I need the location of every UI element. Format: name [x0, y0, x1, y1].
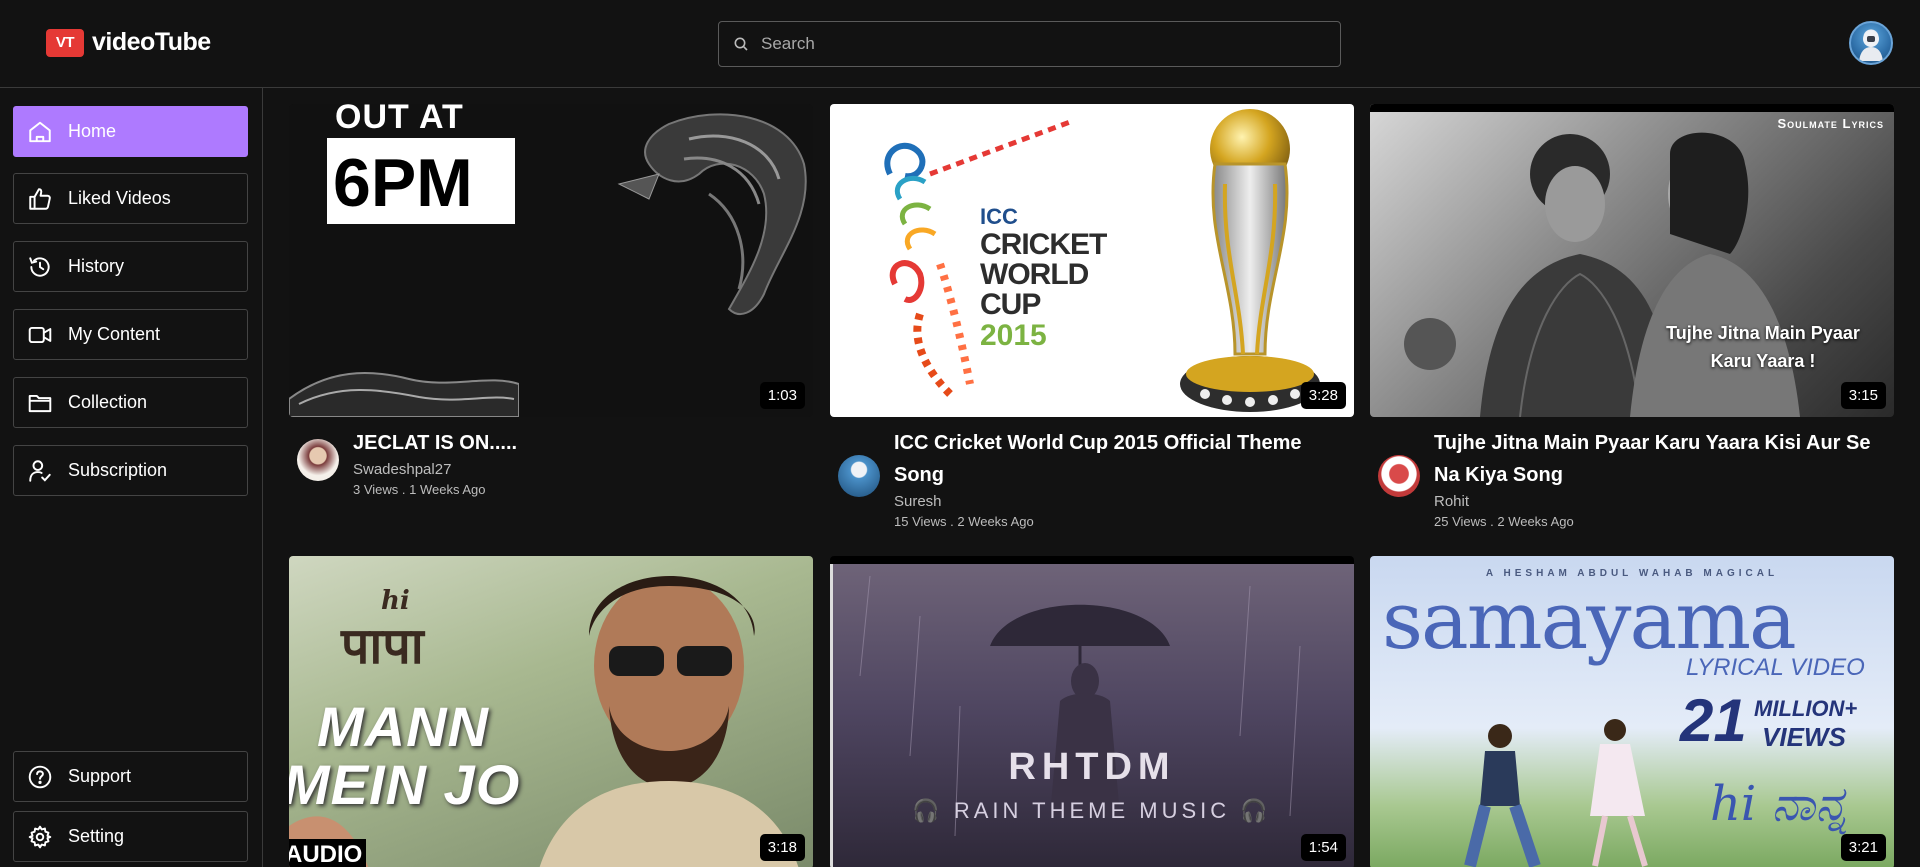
top-header: VT videoTube [0, 0, 1920, 88]
video-card[interactable]: A HESHAM ABDUL WAHAB MAGICAL samayama LY… [1370, 556, 1894, 867]
channel-avatar[interactable] [297, 439, 339, 481]
logo-icc: ICC [980, 204, 1018, 229]
duration-badge: 3:18 [759, 834, 805, 861]
video-stats: 25 Views . 2 Weeks Ago [1434, 514, 1574, 529]
sidebar-item-label: Liked Videos [68, 188, 171, 208]
logo-text: videoTube [92, 28, 211, 56]
dragon-tail-graphic [289, 372, 519, 417]
channel-name[interactable]: Rohit [1434, 493, 1894, 510]
thumb-overlay-text-1: Tujhe Jitna Main Pyaar [1666, 323, 1860, 343]
sidebar-item-label: History [68, 256, 125, 276]
sidebar-item-label: Collection [68, 392, 148, 412]
search-bar[interactable] [718, 21, 1341, 67]
thumb-text-box: 6PM [327, 138, 515, 224]
sidebar-item-history[interactable]: History [13, 241, 248, 292]
thumb-text-time: 6PM [333, 145, 473, 221]
headphones-icon: 🎧 [912, 798, 944, 823]
channel-avatar[interactable] [838, 455, 880, 497]
sidebar: Home Liked Videos History My Content Col… [0, 88, 263, 867]
thumb-sub-text: LYRICAL VIDEO [1686, 654, 1865, 681]
video-camera-icon [25, 320, 55, 350]
video-stats: 15 Views . 2 Weeks Ago [894, 514, 1034, 529]
thumb-corner-text: Soulmate Lyrics [1777, 116, 1884, 131]
sidebar-item-support[interactable]: Support [13, 751, 248, 802]
sidebar-item-home[interactable]: Home [13, 106, 248, 157]
views-count: 21 [1680, 687, 1747, 754]
logo-badge: VT [46, 28, 84, 57]
thumb-overlay-text-2: Karu Yaara ! [1710, 351, 1816, 371]
sidebar-item-label: Setting [68, 826, 125, 846]
thumb-big-text: RHTDM [1008, 746, 1176, 788]
duration-badge: 1:54 [1300, 834, 1346, 861]
channel-avatar[interactable] [1378, 455, 1420, 497]
headphones-icon: 🎧 [1240, 798, 1272, 823]
video-card[interactable]: OUT AT 6PM 1:03 JECLAT IS ON..... Swades… [289, 104, 813, 497]
sidebar-item-liked-videos[interactable]: Liked Videos [13, 173, 248, 224]
sidebar-item-label: My Content [68, 324, 161, 344]
gear-icon [25, 822, 55, 852]
thumb-text-out-at: OUT AT [335, 104, 464, 136]
channel-name[interactable]: Suresh [894, 493, 1354, 510]
thumb-title-big: पापा [341, 616, 424, 675]
video-meta: JECLAT IS ON..... Swadeshpal27 3 Views .… [289, 427, 813, 497]
audio-tag: AUDIO [289, 839, 367, 867]
video-meta: ICC Cricket World Cup 2015 Official Them… [830, 427, 1354, 529]
logo-year: 2015 [980, 319, 1047, 352]
video-thumbnail[interactable]: OUT AT 6PM 1:03 [289, 104, 813, 417]
video-grid: OUT AT 6PM 1:03 JECLAT IS ON..... Swades… [264, 89, 1920, 867]
search-input[interactable] [761, 34, 1321, 54]
channel-name[interactable]: Swadeshpal27 [353, 461, 517, 478]
sidebar-item-my-content[interactable]: My Content [13, 309, 248, 360]
user-avatar[interactable] [1849, 21, 1893, 65]
video-title[interactable]: JECLAT IS ON..... [353, 427, 517, 459]
folder-icon [25, 388, 55, 418]
sidebar-item-label: Home [68, 121, 117, 141]
video-card[interactable]: Soulmate Lyrics Tujhe Jitna Main Pyaar K… [1370, 104, 1894, 529]
video-stats: 3 Views . 1 Weeks Ago [353, 482, 486, 497]
sidebar-item-collection[interactable]: Collection [13, 377, 248, 428]
logo-line-cup: CUP [980, 288, 1041, 321]
history-icon [25, 252, 55, 282]
video-card[interactable]: RHTDM 🎧 RAIN THEME MUSIC 🎧 1:54 [830, 556, 1354, 867]
video-card[interactable]: ICC CRICKET WORLD CUP 2015 3:28 ICC Cric… [830, 104, 1354, 529]
audio-tag-text: AUDIO [289, 841, 363, 867]
video-card[interactable]: hi पापा MANN MEIN JO AUDIO 3:18 [289, 556, 813, 867]
help-circle-icon [25, 762, 55, 792]
video-title[interactable]: Tujhe Jitna Main Pyaar Karu Yaara Kisi A… [1434, 427, 1894, 491]
thumb-sub-text: RAIN THEME MUSIC [953, 798, 1231, 823]
video-thumbnail[interactable]: Soulmate Lyrics Tujhe Jitna Main Pyaar K… [1370, 104, 1894, 417]
duration-badge: 3:21 [1840, 834, 1886, 861]
sidebar-item-label: Subscription [68, 460, 168, 480]
video-thumbnail[interactable]: hi पापा MANN MEIN JO AUDIO 3:18 [289, 556, 813, 867]
sidebar-item-setting[interactable]: Setting [13, 811, 248, 862]
thumb-text-line1: MANN [317, 695, 489, 758]
app-logo[interactable]: VT videoTube [46, 28, 211, 57]
duration-badge: 1:03 [759, 382, 805, 409]
thumb-sub-row: 🎧 RAIN THEME MUSIC 🎧 [830, 798, 1354, 824]
video-thumbnail[interactable]: A HESHAM ABDUL WAHAB MAGICAL samayama LY… [1370, 556, 1894, 867]
dragon-graphic [617, 113, 807, 315]
thumb-text-line2: MEIN JO [289, 753, 521, 816]
sidebar-item-subscription[interactable]: Subscription [13, 445, 248, 496]
sidebar-item-label: Support [68, 766, 132, 786]
world-cup-logo: ICC CRICKET WORLD CUP 2015 [980, 204, 1120, 352]
video-meta: Tujhe Jitna Main Pyaar Karu Yaara Kisi A… [1370, 427, 1894, 529]
duration-badge: 3:28 [1300, 382, 1346, 409]
user-check-icon [25, 456, 55, 486]
video-thumbnail[interactable]: ICC CRICKET WORLD CUP 2015 3:28 [830, 104, 1354, 417]
trophy-image [1180, 109, 1320, 412]
views-label-2: VIEWS [1762, 722, 1846, 752]
home-icon [25, 117, 55, 147]
duration-badge: 3:15 [1840, 382, 1886, 409]
thumb-script-text: hi ನಾನ್ನ [1710, 776, 1849, 832]
video-title[interactable]: ICC Cricket World Cup 2015 Official Them… [894, 427, 1354, 491]
thumbs-up-icon [25, 184, 55, 214]
video-thumbnail[interactable]: RHTDM 🎧 RAIN THEME MUSIC 🎧 1:54 [830, 556, 1354, 867]
logo-line-cricket: CRICKET [980, 228, 1107, 261]
search-icon [734, 37, 748, 51]
running-couple-photo [1464, 719, 1648, 867]
logo-line-world: WORLD [980, 258, 1089, 291]
views-label-1: MILLION+ [1754, 696, 1858, 721]
astronaut-avatar-icon [1859, 31, 1883, 61]
